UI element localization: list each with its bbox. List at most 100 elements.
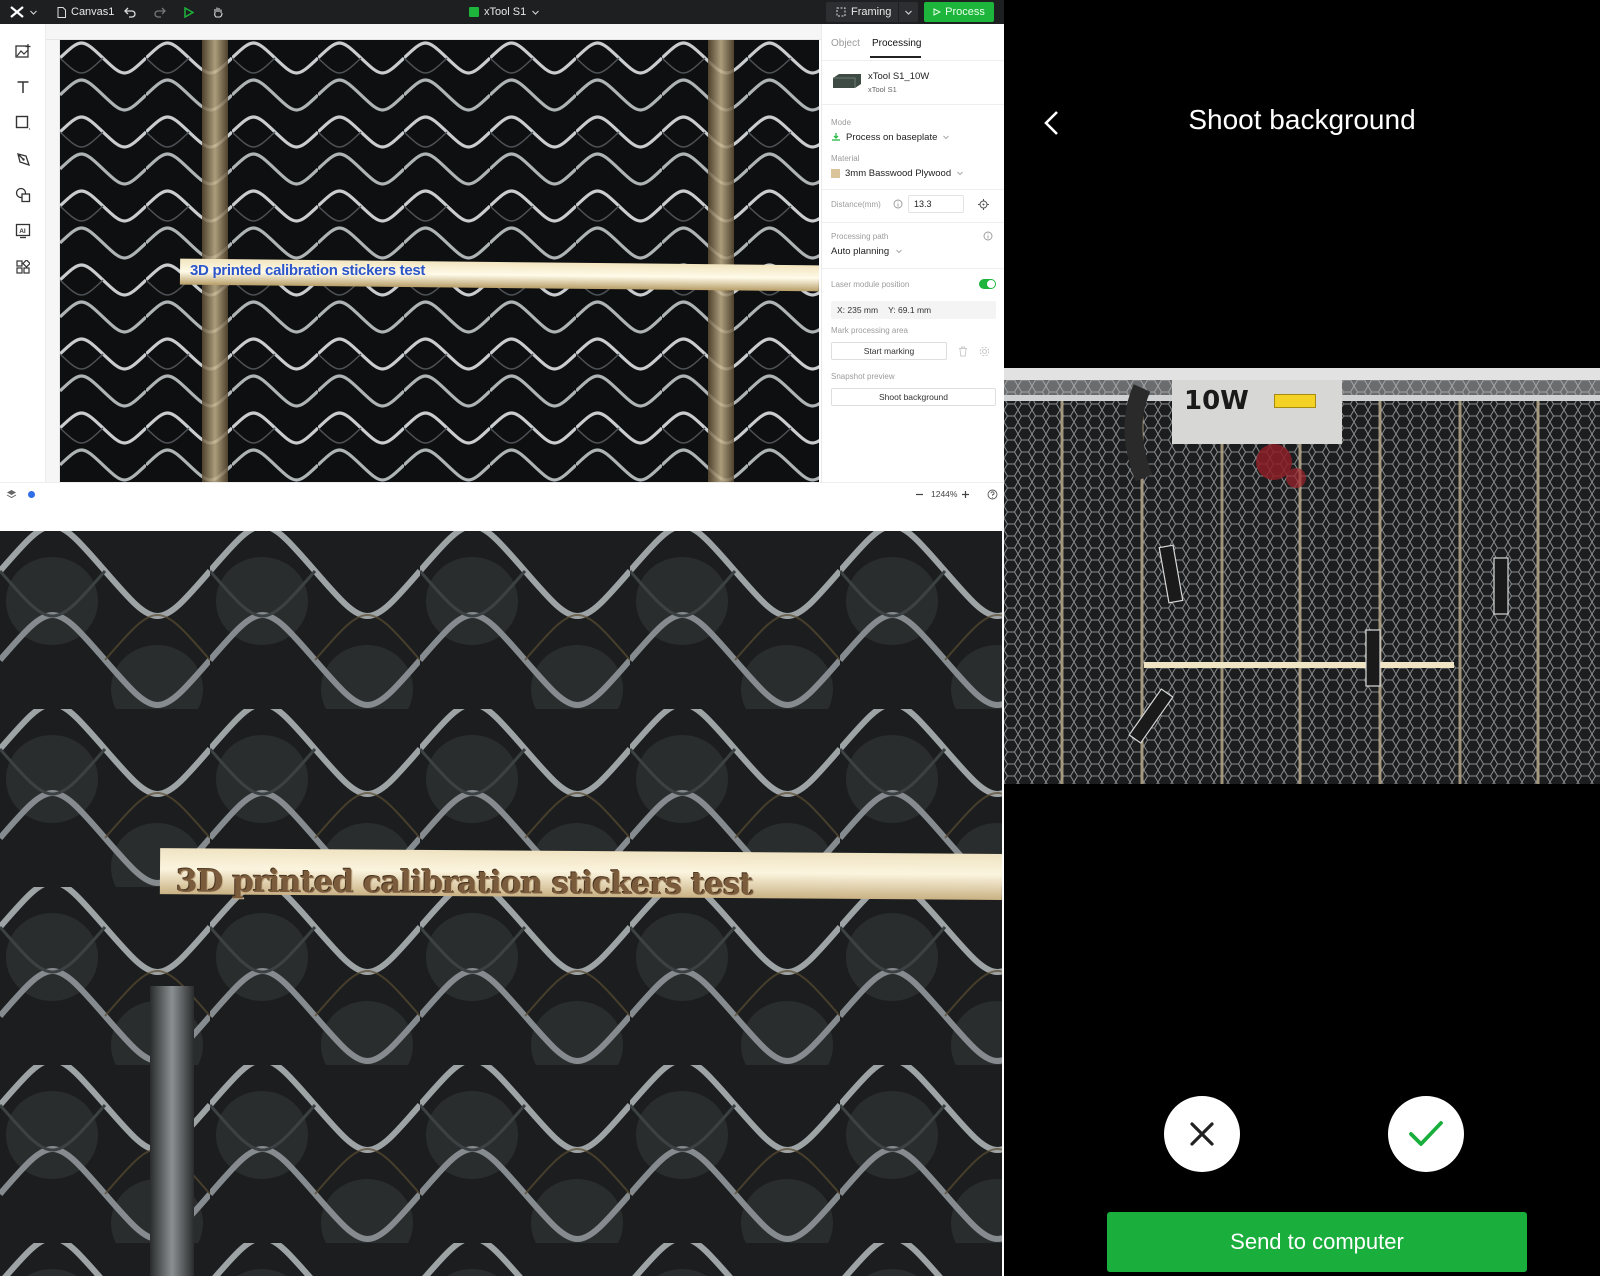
file-name: Canvas1 (71, 6, 115, 18)
shoot-background-button[interactable]: Shoot background (831, 388, 996, 406)
honeycomb-closeup-image (0, 531, 1002, 1276)
process-button[interactable]: Process (924, 2, 994, 22)
tab-processing[interactable]: Processing (872, 38, 921, 49)
device-model-name: xTool S1_10W (868, 71, 930, 82)
divider (822, 189, 1005, 190)
image-add-icon (15, 44, 31, 58)
close-icon (1190, 1122, 1214, 1146)
pen-icon (16, 152, 30, 166)
import-image-button[interactable] (13, 41, 33, 61)
xtool-logo-icon (10, 6, 24, 18)
square-icon (15, 115, 31, 130)
baseplate-icon (832, 133, 840, 141)
left-toolbar: AI (0, 24, 46, 482)
processing-path-value: Auto planning (831, 245, 890, 257)
file-icon (57, 6, 66, 18)
delete-icon[interactable] (958, 346, 968, 357)
pen-tool-button[interactable] (13, 149, 33, 169)
run-button[interactable] (184, 0, 194, 24)
info-icon (893, 199, 903, 209)
confirm-button[interactable] (1388, 1096, 1464, 1172)
material-value: 3mm Basswood Plywood (845, 167, 952, 179)
distance-label: Distance(mm) (831, 200, 881, 209)
send-to-computer-button[interactable]: Send to computer (1107, 1212, 1527, 1272)
framing-options-button[interactable] (898, 2, 918, 22)
zoom-in-icon[interactable] (961, 490, 970, 499)
material-select[interactable]: 3mm Basswood Plywood (831, 166, 964, 180)
zoom-out-icon[interactable] (915, 490, 924, 499)
laser-device-thumbnail (833, 74, 861, 88)
play-icon (933, 8, 942, 16)
laser-module-position-toggle[interactable] (979, 279, 996, 289)
layers-icon[interactable] (6, 489, 17, 499)
canvas-text-object[interactable]: 3D printed calibration stickers test (190, 262, 425, 279)
processing-panel: Object Processing xTool S1_10W xTool S1 … (821, 24, 1005, 482)
material-label: Material (831, 154, 860, 163)
chevron-down-icon (30, 10, 37, 15)
zoom-level[interactable]: 1244% (931, 489, 957, 499)
svg-text:AI: AI (19, 228, 26, 235)
help-icon[interactable] (987, 489, 998, 500)
mode-label: Mode (831, 118, 852, 127)
laser-y-value: Y: 69.1 mm (888, 305, 932, 315)
mark-area-label: Mark processing area (831, 326, 908, 335)
elements-tool-button[interactable] (13, 185, 33, 205)
top-toolbar: Canvas1 xTool S1 Framing Process (0, 0, 1004, 24)
file-tab[interactable]: Canvas1 (57, 0, 114, 24)
engraved-text: 3D printed calibration stickers test (175, 863, 753, 903)
undo-button[interactable] (124, 0, 136, 24)
apps-button[interactable] (13, 257, 33, 277)
horizontal-ruler (46, 24, 821, 40)
laser-position-readout: X: 235 mm Y: 69.1 mm (831, 301, 996, 319)
active-tab-indicator (870, 56, 921, 58)
redo-icon (154, 7, 166, 18)
divider (822, 222, 1005, 223)
hand-icon (214, 7, 223, 18)
laser-module-label: 10W (1184, 386, 1249, 416)
vertical-ruler (46, 40, 60, 482)
play-icon (184, 6, 194, 18)
chevron-down-icon (957, 171, 963, 176)
ai-tool-button[interactable]: AI (13, 221, 33, 241)
ai-icon: AI (15, 223, 31, 239)
screen-title: Shoot background (1188, 104, 1416, 135)
processing-path-select[interactable]: Auto planning (831, 244, 903, 258)
laser-bed-overview-image (1004, 368, 1600, 784)
status-bar: 1244% (0, 482, 1004, 505)
material-swatch-icon (831, 168, 840, 178)
mode-select[interactable]: Process on baseplate (831, 130, 950, 144)
autofocus-icon[interactable] (978, 199, 989, 210)
pan-hand-button[interactable] (212, 0, 224, 24)
laser-warning-sticker (1274, 394, 1316, 408)
undo-icon (124, 7, 136, 18)
framing-label: Framing (851, 6, 892, 18)
engraved-result-photo: 3D printed calibration stickers test (0, 531, 1002, 1276)
retake-button[interactable] (1164, 1096, 1240, 1172)
xtool-creative-space-window: Canvas1 xTool S1 Framing Process AI 3D p… (0, 0, 1005, 505)
chevron-down-icon (532, 10, 540, 15)
check-icon (1409, 1121, 1443, 1146)
chevron-down-icon (896, 249, 902, 254)
tab-object[interactable]: Object (831, 38, 860, 49)
framing-icon (836, 7, 846, 17)
mode-value: Process on baseplate (846, 131, 938, 143)
device-status-icon (469, 7, 479, 17)
distance-input[interactable]: 13.3 (908, 195, 964, 213)
settings-icon[interactable] (979, 346, 990, 357)
text-tool-button[interactable] (13, 77, 33, 97)
snapshot-preview-label: Snapshot preview (831, 372, 895, 381)
device-selector[interactable]: xTool S1 (469, 0, 540, 24)
start-marking-button[interactable]: Start marking (831, 342, 947, 360)
laser-x-value: X: 235 mm (837, 305, 879, 315)
redo-button[interactable] (154, 0, 166, 24)
captured-background-photo: 10W (1004, 368, 1600, 784)
mobile-shoot-background-screen: Shoot background 10W Send to computer (1004, 0, 1600, 1276)
process-label: Process (945, 6, 985, 18)
shape-tool-button[interactable] (13, 113, 33, 133)
device-name: xTool S1 (484, 6, 527, 18)
canvas-camera-preview[interactable]: 3D printed calibration stickers test (60, 40, 819, 482)
app-menu-button[interactable] (10, 0, 38, 24)
shapes-icon (15, 187, 31, 203)
composite-screenshot: Canvas1 xTool S1 Framing Process AI 3D p… (0, 0, 1600, 1276)
device-model-subtitle: xTool S1 (868, 85, 897, 94)
